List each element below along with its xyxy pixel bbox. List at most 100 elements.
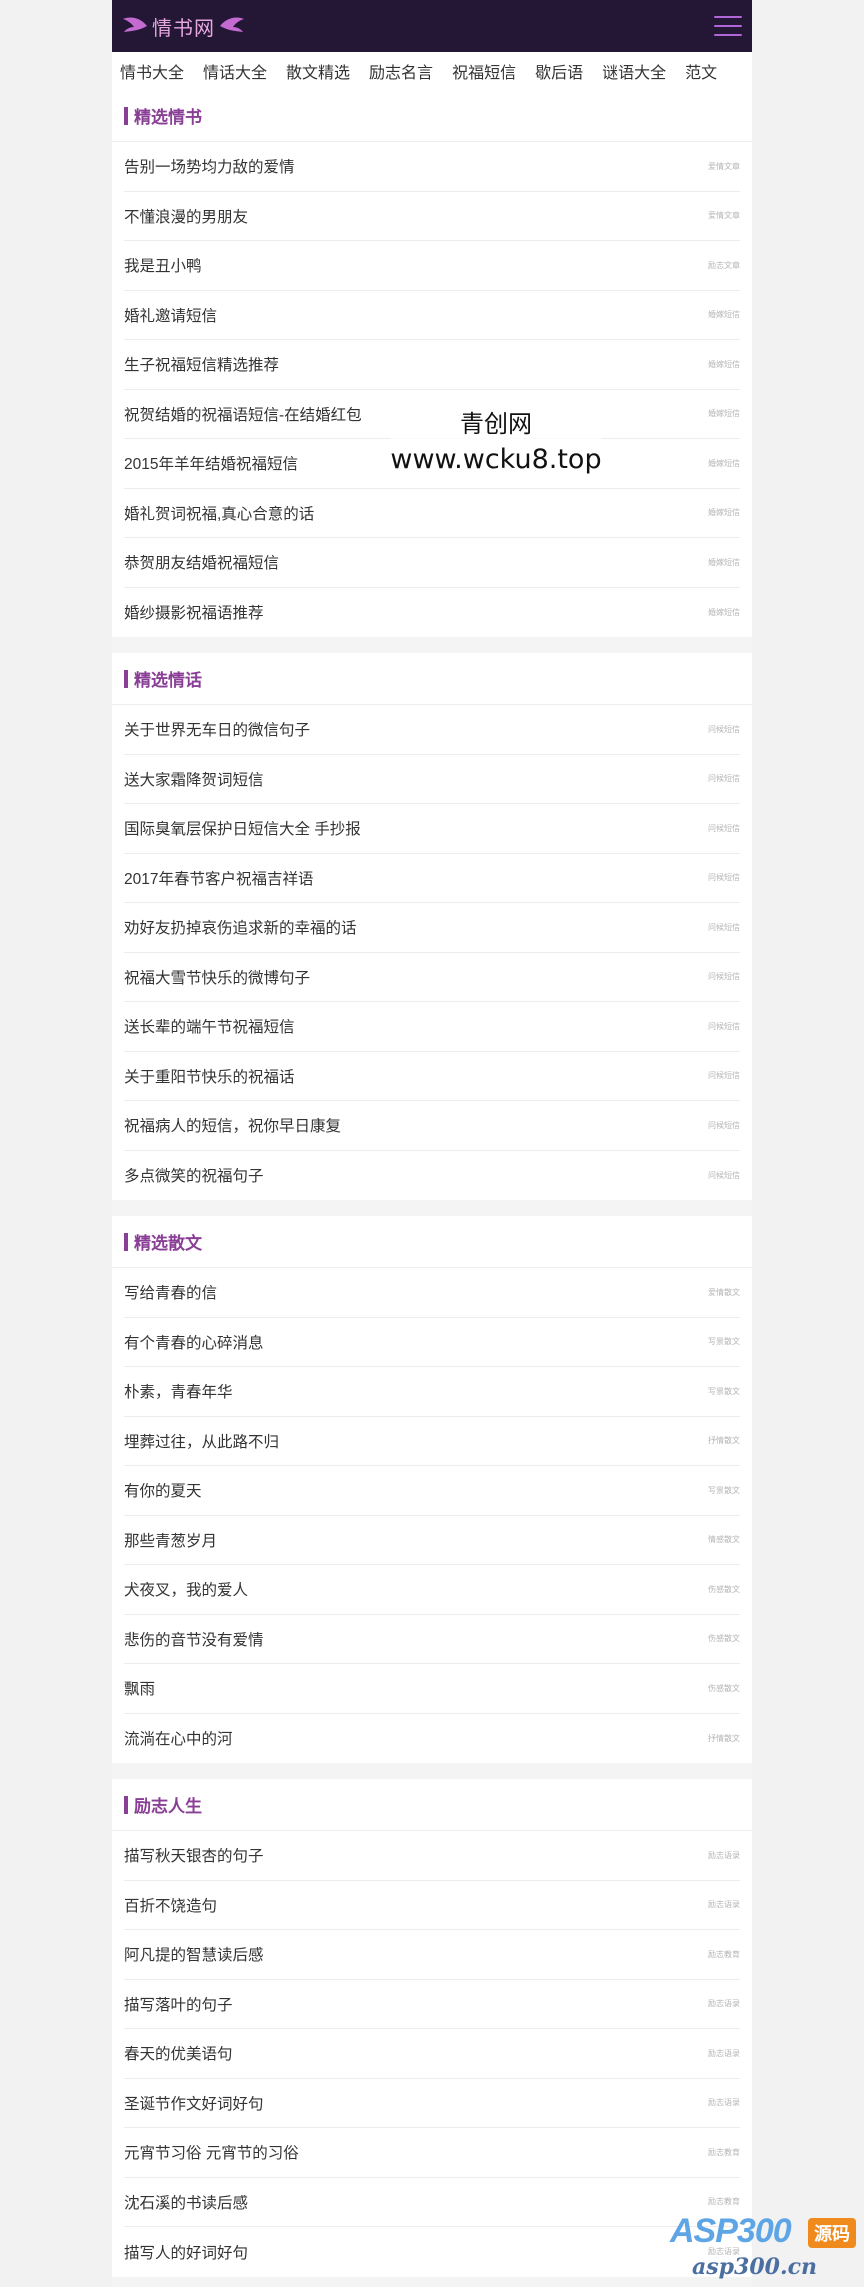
- article-category: 写景散文: [708, 1485, 740, 1495]
- article-title[interactable]: 百折不饶造句: [124, 1894, 217, 1916]
- article-title[interactable]: 有你的夏天: [124, 1479, 202, 1501]
- article-title[interactable]: 劝好友扔掉哀伤追求新的幸福的话: [124, 916, 357, 938]
- article-title[interactable]: 春天的优美语句: [124, 2042, 233, 2064]
- list-item[interactable]: 我是丑小鸭 励志文章: [124, 241, 740, 291]
- list-item[interactable]: 有个青春的心碎消息 写景散文: [124, 1318, 740, 1367]
- menu-icon[interactable]: [714, 14, 742, 38]
- article-title[interactable]: 埋葬过往，从此路不归: [124, 1430, 279, 1452]
- article-title[interactable]: 国际臭氧层保护日短信大全 手抄报: [124, 817, 361, 839]
- article-title[interactable]: 写给青春的信: [124, 1281, 217, 1303]
- list-item[interactable]: 恭贺朋友结婚祝福短信 婚嫁短信: [124, 538, 740, 588]
- list-item[interactable]: 关于重阳节快乐的祝福话 问候短信: [124, 1052, 740, 1101]
- article-category: 问候短信: [708, 1120, 740, 1130]
- section-header: 励志人生: [112, 1779, 752, 1831]
- article-category: 问候短信: [708, 873, 740, 883]
- list-item[interactable]: 2017年春节客户祝福吉祥语 问候短信: [124, 854, 740, 903]
- article-title[interactable]: 我是丑小鸭: [124, 254, 202, 276]
- article-title[interactable]: 祝贺结婚的祝福语短信-在结婚红包: [124, 403, 362, 425]
- list-item[interactable]: 不懂浪漫的男朋友 爱情文章: [124, 192, 740, 241]
- list-item[interactable]: 告别一场势均力敌的爱情 爱情文章: [124, 142, 740, 192]
- article-title[interactable]: 送长辈的端午节祝福短信: [124, 1015, 295, 1037]
- article-title[interactable]: 关于世界无车日的微信句子: [124, 718, 310, 740]
- article-category: 问候短信: [708, 922, 740, 932]
- list-item[interactable]: 飘雨 伤感散文: [124, 1664, 740, 1714]
- list-item[interactable]: 多点微笑的祝福句子 问候短信: [124, 1151, 740, 1201]
- list-item[interactable]: 关于世界无车日的微信句子 问候短信: [124, 705, 740, 755]
- article-category: 问候短信: [708, 1170, 740, 1180]
- list-item[interactable]: 有你的夏天 写景散文: [124, 1466, 740, 1516]
- article-title[interactable]: 婚纱摄影祝福语推荐: [124, 601, 264, 623]
- logo[interactable]: 情书网: [122, 12, 245, 41]
- list-item[interactable]: 百折不饶造句 励志语录: [124, 1881, 740, 1930]
- article-title[interactable]: 描写落叶的句子: [124, 1993, 233, 2015]
- list-item[interactable]: 生子祝福短信精选推荐 婚嫁短信: [124, 340, 740, 390]
- nav-item[interactable]: 范文: [685, 59, 717, 83]
- list-item[interactable]: 元宵节习俗 元宵节的习俗 励志教育: [124, 2128, 740, 2178]
- article-category: 爱情文章: [708, 211, 740, 221]
- article-title[interactable]: 不懂浪漫的男朋友: [124, 205, 248, 227]
- article-title[interactable]: 飘雨: [124, 1677, 155, 1699]
- list-item[interactable]: 流淌在心中的河 抒情散文: [124, 1714, 740, 1764]
- nav-item[interactable]: 歇后语: [535, 59, 583, 83]
- article-title[interactable]: 送大家霜降贺词短信: [124, 768, 264, 790]
- article-title[interactable]: 关于重阳节快乐的祝福话: [124, 1065, 295, 1087]
- list-item[interactable]: 犬夜叉，我的爱人 伤感散文: [124, 1565, 740, 1615]
- article-title[interactable]: 祝福大雪节快乐的微博句子: [124, 966, 310, 988]
- nav-item[interactable]: 励志名言: [369, 59, 433, 83]
- article-title[interactable]: 沈石溪的书读后感: [124, 2191, 248, 2213]
- article-category: 婚嫁短信: [708, 557, 740, 567]
- nav-item[interactable]: 祝福短信: [452, 59, 516, 83]
- article-title[interactable]: 生子祝福短信精选推荐: [124, 353, 279, 375]
- article-title[interactable]: 婚礼贺词祝福,真心合意的话: [124, 502, 314, 524]
- list-item[interactable]: 那些青葱岁月 情感散文: [124, 1516, 740, 1565]
- list-item[interactable]: 朴素，青春年华 写景散文: [124, 1367, 740, 1417]
- list-item[interactable]: 祝福病人的短信，祝你早日康复 问候短信: [124, 1101, 740, 1151]
- article-title[interactable]: 告别一场势均力敌的爱情: [124, 155, 295, 177]
- list-item[interactable]: 阿凡提的智慧读后感 励志教育: [124, 1930, 740, 1980]
- nav-item[interactable]: 情书大全: [120, 59, 184, 83]
- list-item[interactable]: 埋葬过往，从此路不归 抒情散文: [124, 1417, 740, 1466]
- list-item[interactable]: 国际臭氧层保护日短信大全 手抄报 问候短信: [124, 804, 740, 854]
- nav-item[interactable]: 散文精选: [286, 59, 350, 83]
- list-item[interactable]: 写给青春的信 爱情散文: [124, 1268, 740, 1318]
- article-title[interactable]: 祝福病人的短信，祝你早日康复: [124, 1114, 341, 1136]
- article-title[interactable]: 婚礼邀请短信: [124, 304, 217, 326]
- nav-item[interactable]: 情话大全: [203, 59, 267, 83]
- list-item[interactable]: 婚礼邀请短信 婚嫁短信: [124, 291, 740, 340]
- article-category: 励志教育: [708, 2147, 740, 2157]
- list-item[interactable]: 劝好友扔掉哀伤追求新的幸福的话 问候短信: [124, 903, 740, 953]
- list-item[interactable]: 送大家霜降贺词短信 问候短信: [124, 755, 740, 804]
- list-item[interactable]: 春天的优美语句 励志语录: [124, 2029, 740, 2079]
- article-title[interactable]: 朴素，青春年华: [124, 1380, 233, 1402]
- article-category: 写景散文: [708, 1386, 740, 1396]
- article-title[interactable]: 流淌在心中的河: [124, 1727, 233, 1749]
- article-title[interactable]: 犬夜叉，我的爱人: [124, 1578, 248, 1600]
- article-category: 抒情散文: [708, 1733, 740, 1743]
- nav-item[interactable]: 谜语大全: [602, 59, 666, 83]
- article-title[interactable]: 描写人的好词好句: [124, 2241, 248, 2263]
- article-category: 励志教育: [708, 2197, 740, 2207]
- list-item[interactable]: 描写秋天银杏的句子 励志语录: [124, 1831, 740, 1881]
- nav-bar: 情书大全 情话大全 散文精选 励志名言 祝福短信 歇后语 谜语大全 范文: [112, 52, 752, 90]
- list-item[interactable]: 圣诞节作文好词好句 励志语录: [124, 2079, 740, 2128]
- article-title[interactable]: 描写秋天银杏的句子: [124, 1844, 264, 1866]
- list-item[interactable]: 送长辈的端午节祝福短信 问候短信: [124, 1002, 740, 1052]
- list-item[interactable]: 描写人的好词好句 励志语录: [124, 2227, 740, 2277]
- list-item[interactable]: 婚纱摄影祝福语推荐 婚嫁短信: [124, 588, 740, 638]
- article-title[interactable]: 圣诞节作文好词好句: [124, 2092, 264, 2114]
- article-title[interactable]: 恭贺朋友结婚祝福短信: [124, 551, 279, 573]
- article-title[interactable]: 2015年羊年结婚祝福短信: [124, 452, 298, 474]
- section-title: 励志人生: [134, 1797, 202, 1816]
- list-item[interactable]: 描写落叶的句子 励志语录: [124, 1980, 740, 2029]
- list-item[interactable]: 婚礼贺词祝福,真心合意的话 婚嫁短信: [124, 489, 740, 538]
- article-title[interactable]: 悲伤的音节没有爱情: [124, 1628, 264, 1650]
- article-title[interactable]: 2017年春节客户祝福吉祥语: [124, 867, 313, 889]
- list-item[interactable]: 悲伤的音节没有爱情 伤感散文: [124, 1615, 740, 1664]
- article-title[interactable]: 元宵节习俗 元宵节的习俗: [124, 2141, 299, 2163]
- list-item[interactable]: 祝福大雪节快乐的微博句子 问候短信: [124, 953, 740, 1002]
- article-title[interactable]: 有个青春的心碎消息: [124, 1331, 264, 1353]
- article-title[interactable]: 多点微笑的祝福句子: [124, 1164, 264, 1186]
- article-title[interactable]: 那些青葱岁月: [124, 1529, 217, 1551]
- list-item[interactable]: 沈石溪的书读后感 励志教育: [124, 2178, 740, 2227]
- article-title[interactable]: 阿凡提的智慧读后感: [124, 1943, 264, 1965]
